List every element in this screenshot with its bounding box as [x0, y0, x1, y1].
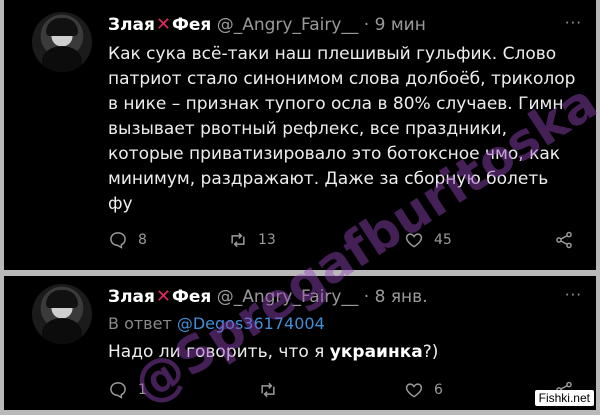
share-icon: [556, 231, 572, 249]
tweet-card[interactable]: Злая✕Фея @_Angry_Fairy__ · 8 янв. ··· В …: [4, 276, 596, 410]
tweet-header: Злая✕Фея @_Angry_Fairy__ · 9 мин: [108, 14, 426, 35]
x-mark-icon: ✕: [155, 14, 172, 35]
retweet-count: 13: [258, 232, 276, 248]
author-name[interactable]: Злая: [108, 287, 155, 307]
author-name-suffix[interactable]: Фея: [172, 15, 211, 35]
tweet-text-part: Надо ли говорить, что я: [108, 342, 330, 362]
tweet-time[interactable]: 9 мин: [375, 15, 426, 35]
retweet-button[interactable]: 13: [228, 230, 276, 250]
reply-prefix: В ответ: [108, 314, 172, 333]
avatar[interactable]: [32, 12, 92, 72]
like-icon: [405, 233, 423, 248]
reply-count: 1: [138, 382, 147, 398]
retweet-button[interactable]: [258, 380, 288, 400]
reply-button[interactable]: 1: [108, 380, 147, 400]
reply-to-link[interactable]: @Degos36174004: [177, 314, 325, 333]
like-button[interactable]: 6: [404, 380, 443, 400]
tweet-text: Надо ли говорить, что я украинка?): [108, 340, 578, 365]
separator-dot: ·: [363, 287, 370, 307]
tweet-time[interactable]: 8 янв.: [375, 287, 428, 307]
like-button[interactable]: 45: [404, 230, 452, 250]
x-mark-icon: ✕: [155, 286, 172, 307]
avatar[interactable]: [32, 284, 92, 344]
tweet-text-bold: украинка: [329, 342, 423, 362]
retweet-icon: [261, 382, 275, 398]
author-handle[interactable]: @_Angry_Fairy__: [217, 287, 359, 307]
tweet-header: Злая✕Фея @_Angry_Fairy__ · 8 янв.: [108, 286, 428, 307]
brand-label: Fishki.net: [534, 390, 594, 406]
author-name[interactable]: Злая: [108, 15, 155, 35]
tweet-actions: 1 6: [108, 380, 578, 402]
tweet-card[interactable]: Злая✕Фея @_Angry_Fairy__ · 9 мин ··· Как…: [4, 0, 596, 270]
retweet-icon: [231, 232, 245, 248]
more-icon[interactable]: ···: [565, 14, 582, 32]
tweet-actions: 8 13 45: [108, 230, 578, 252]
reply-count: 8: [138, 232, 147, 248]
reply-icon: [110, 232, 126, 249]
like-count: 45: [434, 232, 452, 248]
like-count: 6: [434, 382, 443, 398]
reply-context: В ответ @Degos36174004: [108, 314, 325, 333]
separator-dot: ·: [363, 15, 370, 35]
tweet-text: Как сука всё-таки наш плешивый гульфик. …: [108, 44, 576, 214]
share-button[interactable]: [554, 230, 584, 250]
author-name-suffix[interactable]: Фея: [172, 287, 211, 307]
more-icon[interactable]: ···: [565, 286, 582, 304]
reply-button[interactable]: 8: [108, 230, 147, 250]
tweet-text-part: ?): [422, 342, 439, 362]
reply-icon: [110, 382, 126, 399]
like-icon: [405, 383, 423, 398]
author-handle[interactable]: @_Angry_Fairy__: [217, 15, 359, 35]
